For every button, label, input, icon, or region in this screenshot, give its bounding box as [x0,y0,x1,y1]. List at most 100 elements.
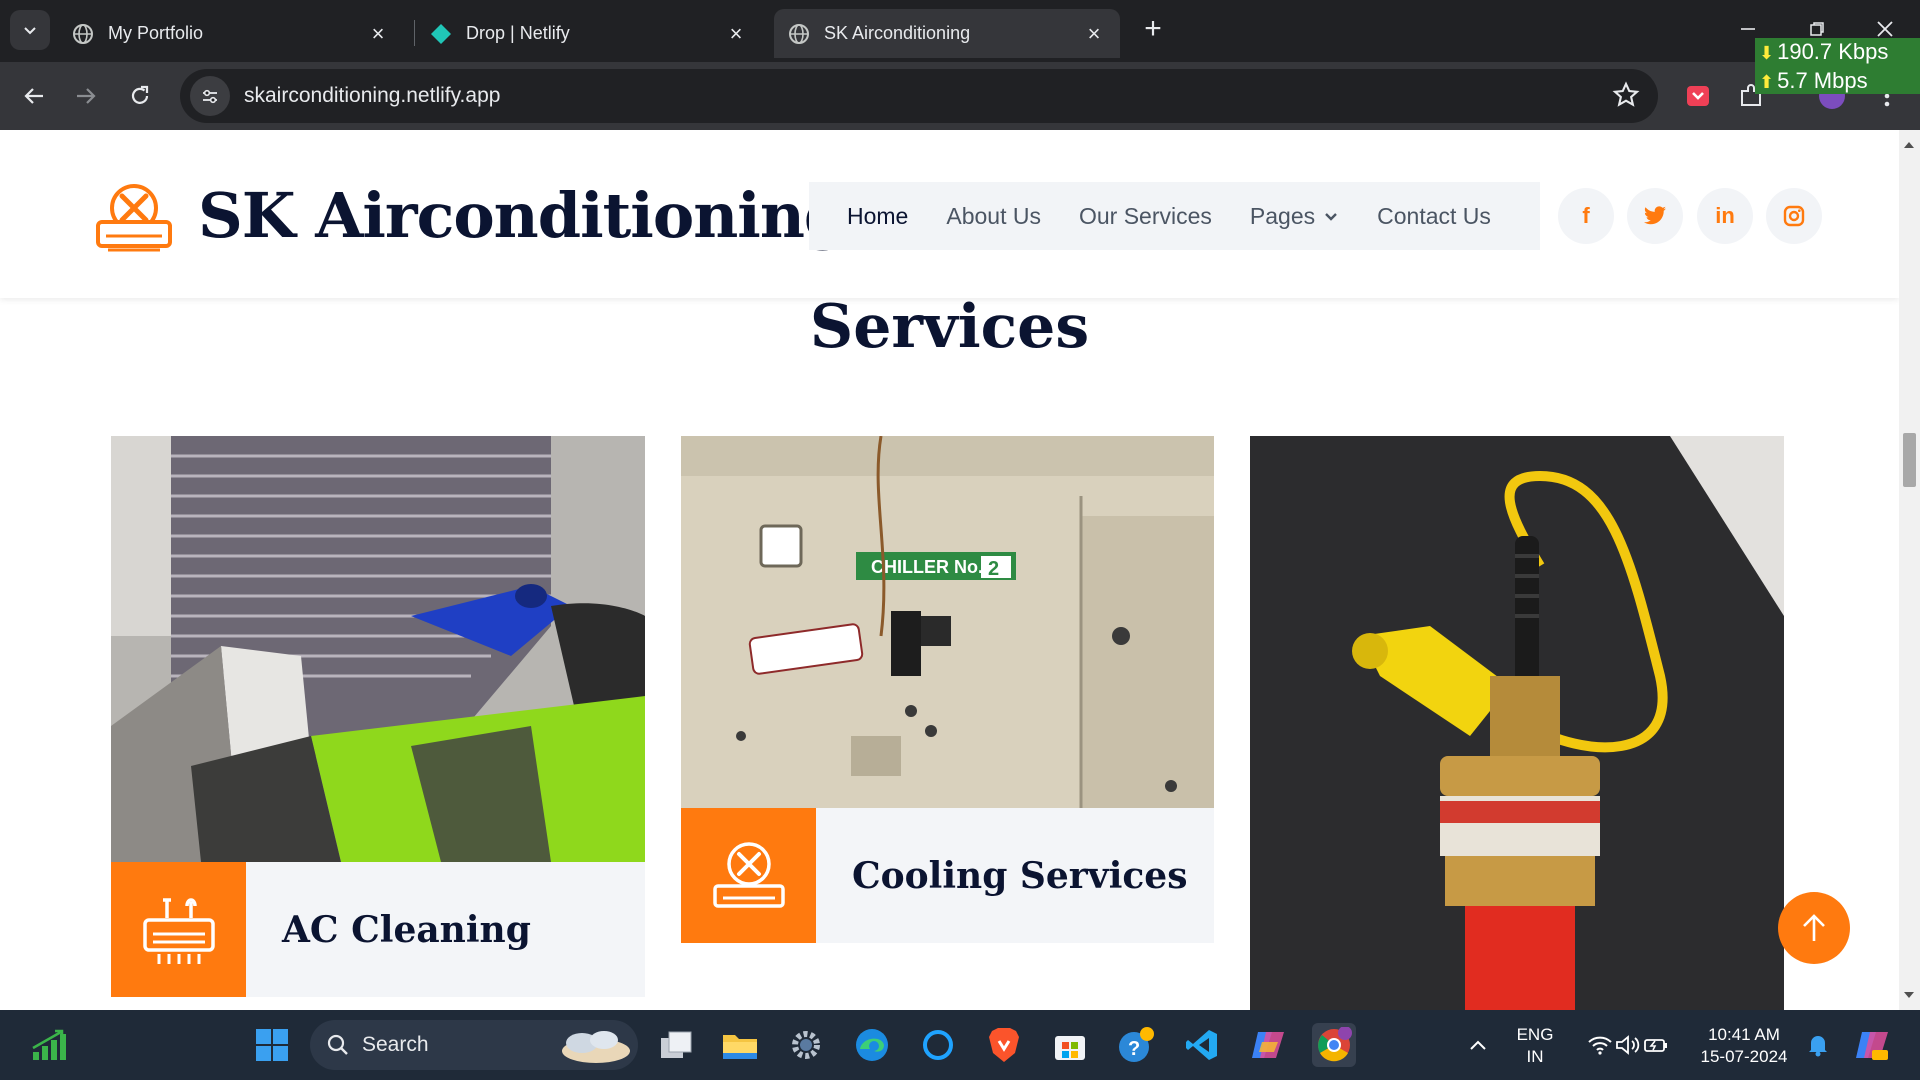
search-icon [327,1034,348,1055]
tab-title: My Portfolio [108,23,204,43]
chiller-label: CHILLER No. [871,557,983,577]
tab-search-button[interactable] [10,10,50,50]
restore-icon [1810,22,1824,36]
pocket-extension-icon[interactable] [1681,79,1715,113]
vscode-icon[interactable] [1180,1023,1224,1067]
taskbar-search[interactable]: Search [310,1020,638,1070]
cortana-icon[interactable] [916,1023,960,1067]
tab-drop-netlify[interactable]: Drop | Netlify × [416,9,762,58]
close-tab-icon[interactable]: × [366,21,390,46]
scrollbar-thumb[interactable] [1903,433,1916,487]
clock-time: 10:41 AM [1708,1025,1780,1044]
chiller-number: 2 [988,558,999,580]
upload-arrow-icon: ⬆ [1759,72,1775,92]
chevron-down-icon [24,27,36,35]
battery-icon[interactable] [1634,1023,1678,1067]
service-photo-ac-cleaning [111,436,645,862]
facebook-icon[interactable]: f [1558,188,1614,244]
service-card-ac-cleaning[interactable]: AC Cleaning [111,862,645,997]
scroll-up-arrow-icon[interactable] [1904,142,1914,148]
language-indicator[interactable]: ENG IN [1514,1024,1556,1068]
search-highlight-icon [562,1031,630,1063]
brave-browser-icon[interactable] [982,1023,1026,1067]
globe-icon [72,23,94,45]
twitter-icon[interactable] [1627,188,1683,244]
page-scrollbar[interactable] [1899,130,1920,1010]
service-caption: AC Cleaning [282,908,531,951]
reload-icon [131,85,149,104]
edge-browser-icon[interactable] [850,1023,894,1067]
ac-unit-icon [111,862,246,997]
nav-home[interactable]: Home [847,203,908,230]
service-caption: Cooling Services [852,854,1188,897]
tab-sk-airconditioning[interactable]: SK Airconditioning × [774,9,1120,58]
site-header: SK Airconditioning Home About Us Our Ser… [0,130,1899,298]
svg-text:?: ? [1128,1038,1140,1060]
clock[interactable]: 10:41 AM 15-07-2024 [1694,1024,1794,1068]
arrow-right-icon [77,88,96,104]
language-code: ENG [1516,1025,1554,1044]
nav-about-us[interactable]: About Us [946,203,1041,230]
address-bar[interactable]: skairconditioning.netlify.app [180,69,1658,123]
new-tab-button[interactable]: + [1138,12,1168,45]
globe-icon [788,23,810,45]
network-speed-widget: ⬇ 190.7 Kbps ⬆ 5.7 Mbps [1755,38,1920,94]
search-placeholder: Search [362,1033,429,1056]
scroll-down-arrow-icon[interactable] [1904,992,1914,998]
tab-title: Drop | Netlify [466,23,570,43]
upload-speed: 5.7 Mbps [1777,68,1868,93]
download-speed: 190.7 Kbps [1777,39,1889,64]
close-tab-icon[interactable]: × [724,21,748,46]
region-code: IN [1526,1047,1544,1066]
page-viewport: SK Airconditioning Home About Us Our Ser… [0,130,1899,1010]
nav-our-services[interactable]: Our Services [1079,203,1212,230]
service-photo-valve [1250,436,1784,1010]
back-to-top-button[interactable] [1778,892,1850,964]
file-explorer-icon[interactable] [718,1023,762,1067]
ac-repair-icon [681,808,816,943]
section-title: Services [809,292,1090,362]
close-icon [1877,21,1893,37]
notification-bell-icon[interactable] [1796,1023,1840,1067]
tab-divider [414,20,415,46]
close-tab-icon[interactable]: × [1082,21,1106,46]
stock-widget-icon[interactable] [28,1023,72,1067]
arrow-up-icon [1803,914,1825,941]
brand-name: SK Airconditioning [198,178,847,252]
main-nav: Home About Us Our Services Pages Contact… [809,182,1540,250]
copilot-preview-icon[interactable] [1850,1023,1894,1067]
forward-button[interactable] [64,74,108,118]
get-help-icon[interactable]: ? [1114,1023,1158,1067]
service-card-cooling[interactable]: Cooling Services [681,808,1214,943]
task-view-icon[interactable] [654,1023,698,1067]
brand[interactable]: SK Airconditioning [94,178,847,252]
nav-pages[interactable]: Pages [1250,203,1339,230]
reload-button[interactable] [118,74,162,118]
instagram-icon[interactable] [1766,188,1822,244]
settings-gear-icon[interactable] [784,1023,828,1067]
copilot-icon[interactable] [1246,1023,1290,1067]
download-arrow-icon: ⬇ [1759,43,1775,63]
microsoft-store-icon[interactable] [1048,1023,1092,1067]
netlify-icon [430,23,452,45]
browser-toolbar: skairconditioning.netlify.app [0,62,1920,130]
minimize-icon [1741,28,1755,30]
nav-contact-us[interactable]: Contact Us [1377,203,1491,230]
bookmark-star-icon[interactable] [1612,81,1640,114]
chrome-icon[interactable] [1312,1023,1356,1067]
browser-tabstrip: My Portfolio × Drop | Netlify × SK Airco… [0,0,1920,62]
linkedin-icon[interactable]: in [1697,188,1753,244]
service-photo-cooling: CHILLER No. 2 [681,436,1214,808]
show-hidden-icons-chevron-icon[interactable] [1456,1023,1500,1067]
arrow-left-icon [24,88,43,104]
url-text: skairconditioning.netlify.app [244,84,501,107]
nav-pages-label: Pages [1249,202,1316,229]
tab-my-portfolio[interactable]: My Portfolio × [58,9,404,58]
windows-taskbar: Search ? ENG IN 10:41 AM 15-07-2024 [0,1010,1920,1080]
back-button[interactable] [12,74,56,118]
start-windows-icon[interactable] [250,1023,294,1067]
site-info-icon[interactable] [190,76,230,116]
tab-title: SK Airconditioning [824,23,971,43]
clock-date: 15-07-2024 [1700,1047,1788,1066]
chevron-down-icon [1325,213,1337,221]
